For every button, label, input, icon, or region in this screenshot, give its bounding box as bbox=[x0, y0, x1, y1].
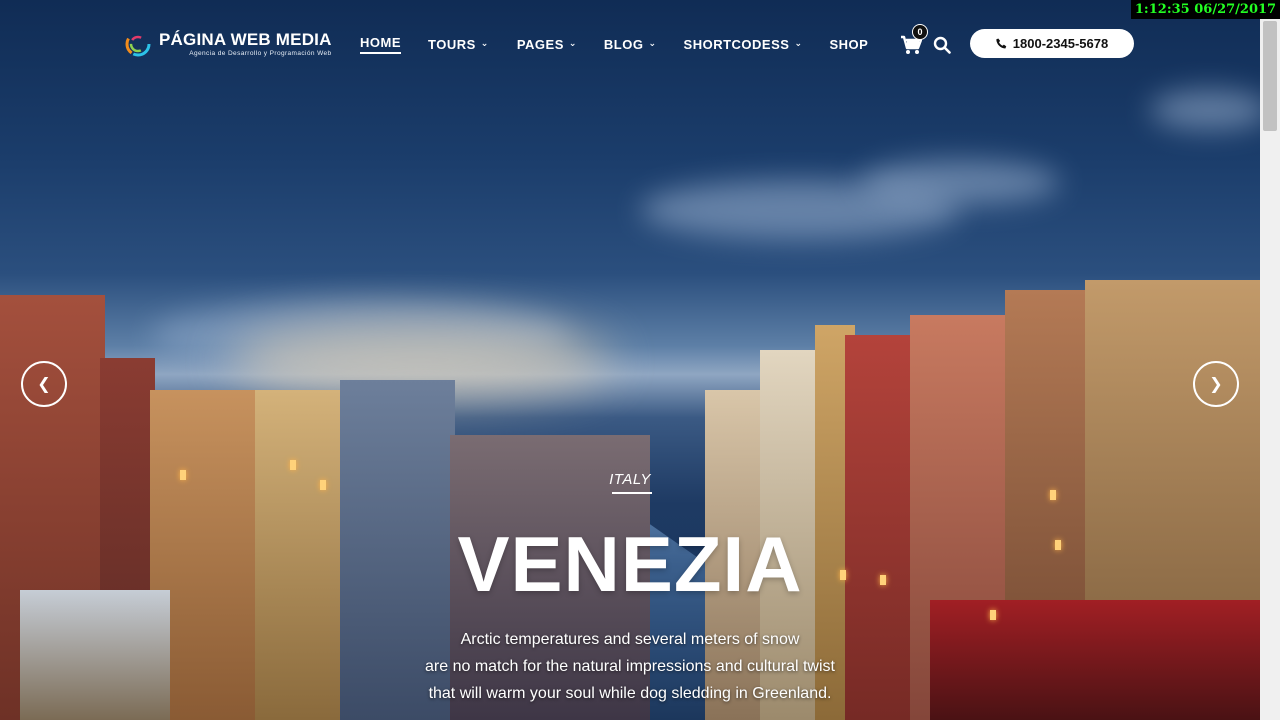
swirl-logo-icon bbox=[125, 31, 151, 57]
slide-description-line: Arctic temperatures and several meters o… bbox=[460, 631, 800, 648]
brand-subtitle: Agencia de Desarrollo y Programación Web bbox=[189, 50, 332, 57]
slider-next-button[interactable]: ❯ bbox=[1193, 361, 1239, 407]
search-icon[interactable] bbox=[933, 36, 951, 54]
slide-country: ITALY bbox=[609, 471, 651, 488]
chevron-down-icon: ⌄ bbox=[794, 38, 803, 48]
chevron-down-icon: ⌄ bbox=[568, 38, 577, 48]
lit-window bbox=[1050, 490, 1056, 500]
chevron-left-icon: ❮ bbox=[37, 376, 51, 393]
phone-button[interactable]: 1800-2345-5678 bbox=[970, 29, 1134, 58]
lit-window bbox=[290, 460, 296, 470]
nav-label: PAGES bbox=[516, 37, 564, 52]
caption-divider bbox=[612, 492, 652, 494]
slide-title: VENEZIA bbox=[457, 520, 803, 608]
cart-count-badge: 0 bbox=[912, 24, 928, 40]
cloud bbox=[1150, 90, 1260, 130]
scrollbar-thumb[interactable] bbox=[1263, 21, 1277, 131]
lit-window bbox=[990, 610, 996, 620]
slide-description-line: are no match for the natural impressions… bbox=[425, 658, 835, 675]
cloud bbox=[860, 160, 1060, 205]
nav-label: SHOP bbox=[829, 37, 869, 52]
nav-item-home[interactable]: HOME bbox=[360, 35, 401, 54]
nav-item-shop[interactable]: SHOP bbox=[829, 37, 868, 52]
slide-description: Arctic temperatures and several meters o… bbox=[0, 626, 1260, 707]
hero-slide bbox=[0, 0, 1260, 720]
slider-prev-button[interactable]: ❮ bbox=[21, 361, 67, 407]
chevron-down-icon: ⌄ bbox=[648, 38, 657, 48]
nav-label: SHORTCODESS bbox=[683, 37, 790, 52]
nav-label: TOURS bbox=[428, 37, 476, 52]
slide-description-line: that will warm your soul while dog sledd… bbox=[428, 685, 832, 702]
nav-label: HOME bbox=[360, 35, 401, 50]
phone-number: 1800-2345-5678 bbox=[1012, 36, 1109, 51]
main-nav: HOME TOURS ⌄ PAGES ⌄ BLOG ⌄ SHORTCODESS … bbox=[360, 35, 868, 54]
logo-text: PÁGINA WEB MEDIA Agencia de Desarrollo y… bbox=[159, 30, 332, 58]
site-header: PÁGINA WEB MEDIA Agencia de Desarrollo y… bbox=[0, 0, 1260, 90]
nav-item-pages[interactable]: PAGES ⌄ bbox=[517, 37, 577, 52]
phone-icon bbox=[996, 38, 1007, 49]
logo[interactable]: PÁGINA WEB MEDIA Agencia de Desarrollo y… bbox=[125, 27, 332, 61]
chevron-down-icon: ⌄ bbox=[480, 38, 489, 48]
timestamp-overlay: 1:12:35 06/27/2017 bbox=[1131, 0, 1280, 19]
nav-item-tours[interactable]: TOURS ⌄ bbox=[428, 37, 489, 52]
nav-label: BLOG bbox=[603, 37, 644, 52]
nav-item-shortcodess[interactable]: SHORTCODESS ⌄ bbox=[684, 37, 803, 52]
brand-title: PÁGINA WEB MEDIA bbox=[159, 30, 332, 49]
chevron-right-icon: ❯ bbox=[1209, 376, 1223, 393]
nav-item-blog[interactable]: BLOG ⌄ bbox=[604, 37, 657, 52]
